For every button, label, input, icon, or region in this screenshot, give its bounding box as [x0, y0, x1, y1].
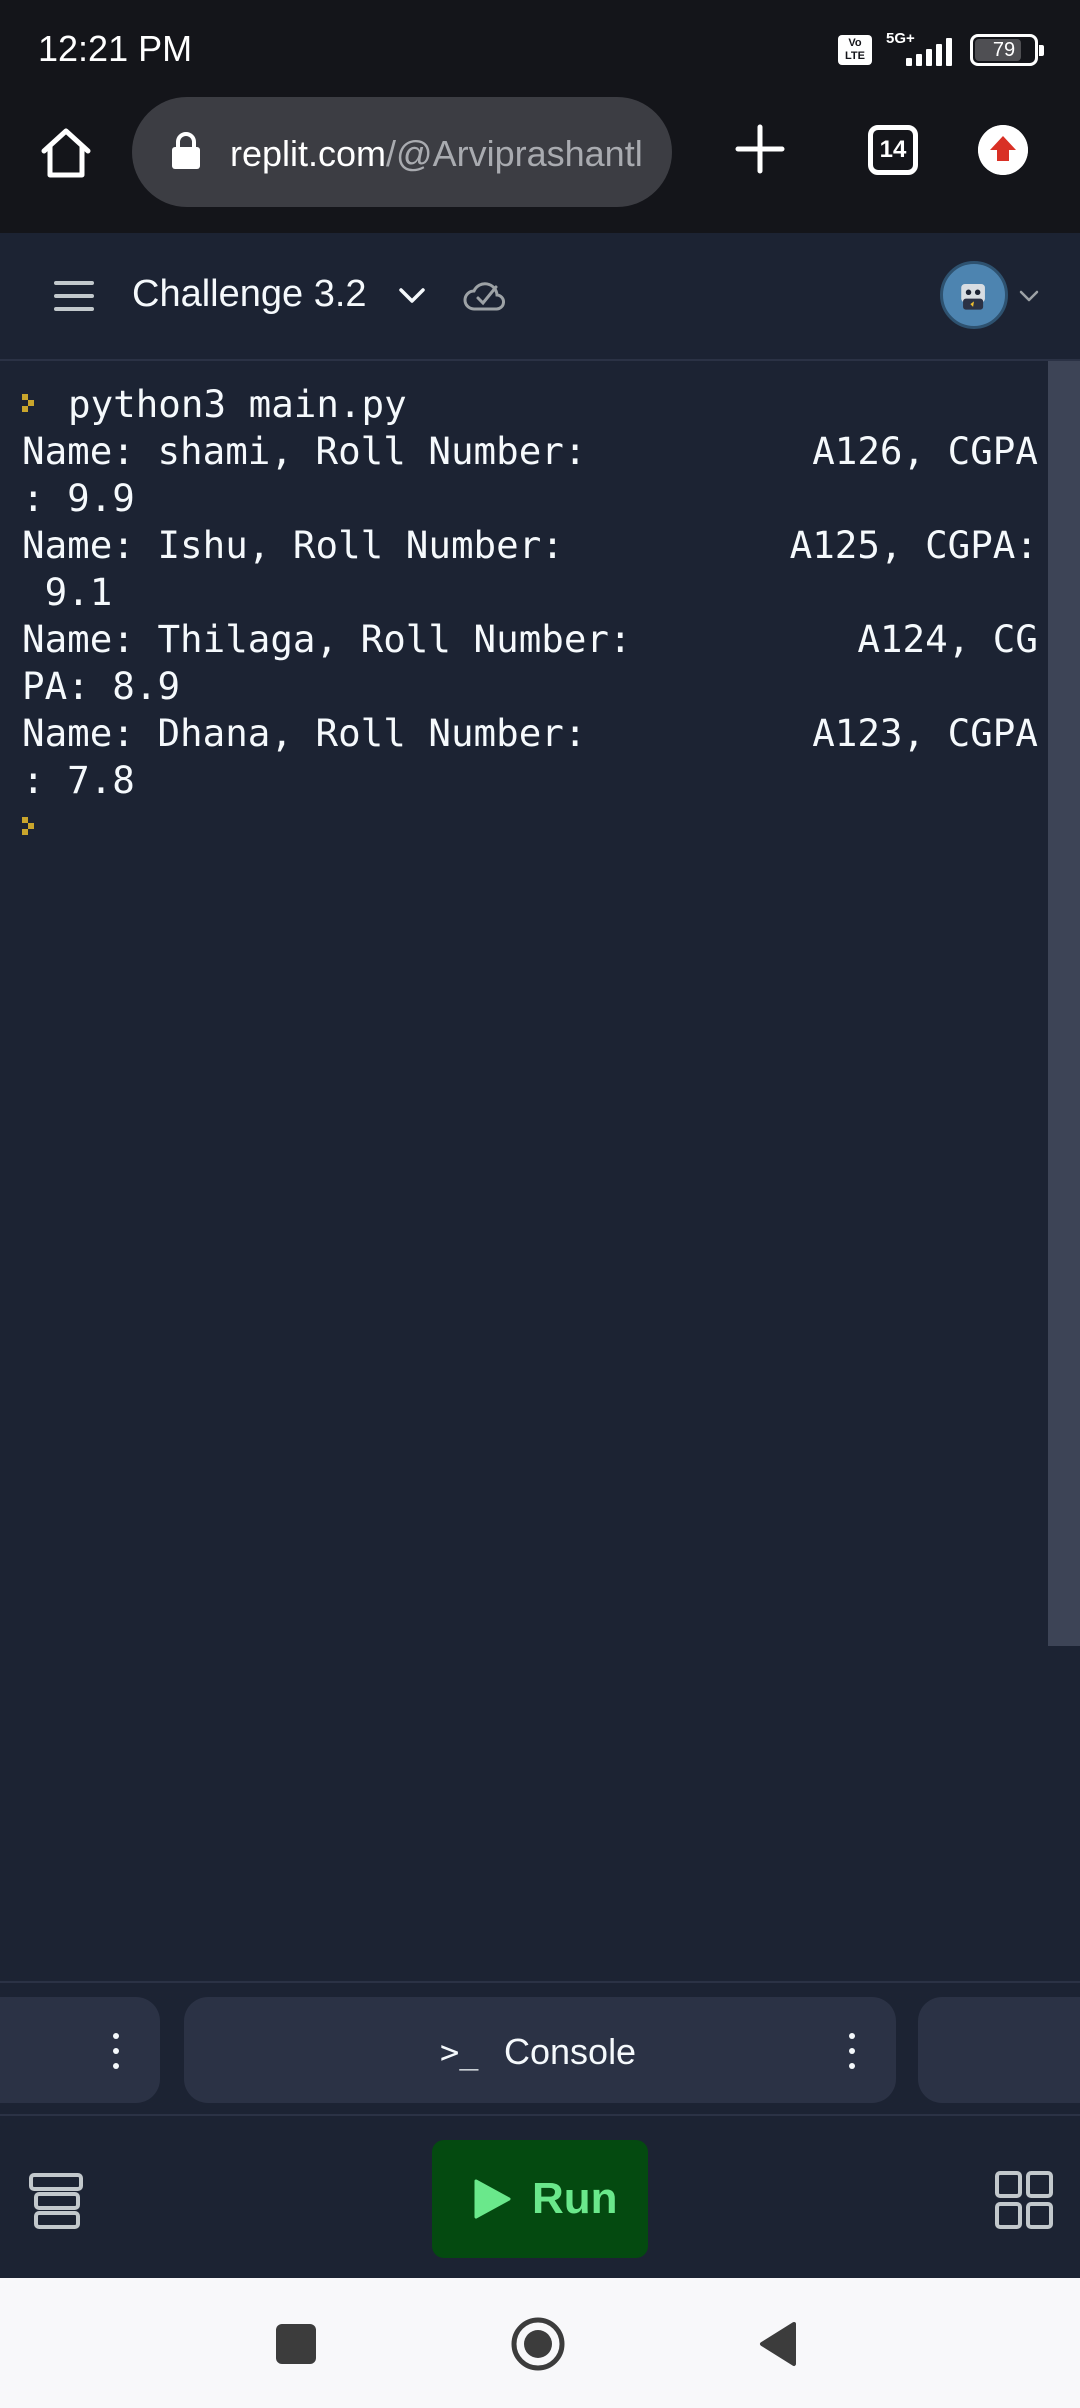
pane-tabs: >_ Console: [0, 1981, 1080, 2114]
avatar[interactable]: [940, 261, 1008, 329]
url-path: /@Arviprashantl: [386, 133, 643, 174]
battery-level: 79: [992, 39, 1016, 61]
tab-console[interactable]: >_ Console: [184, 1997, 896, 2103]
browser-toolbar: replit.com/@Arviprashantl 14: [0, 95, 1080, 233]
tab-left[interactable]: [0, 1997, 160, 2103]
url-text: replit.com/@Arviprashantl: [230, 133, 643, 175]
hamburger-icon[interactable]: [54, 279, 98, 313]
url-host: replit.com: [230, 133, 387, 174]
chevron-down-icon[interactable]: [396, 279, 428, 311]
console-line: : 9.9: [22, 476, 135, 520]
home-circle-icon[interactable]: [510, 2316, 566, 2372]
console-scrollbar[interactable]: [1048, 361, 1080, 1646]
volte-icon: Vo LTE: [838, 35, 872, 65]
console-line: 9.1: [22, 570, 113, 614]
tab-console-label: Console: [504, 2031, 637, 2072]
plus-icon[interactable]: [732, 121, 788, 177]
console-command: python3 main.py: [68, 382, 407, 426]
console-command-line: python3 main.py: [22, 381, 1048, 428]
battery-icon: 79: [970, 34, 1044, 66]
play-icon: [474, 2179, 511, 2219]
terminal-icon: >_: [440, 2033, 479, 2071]
console-line: Name: Thilaga, Roll Number: A124, CG: [22, 617, 1038, 661]
network-type: 5G+: [886, 30, 915, 47]
grid-icon[interactable]: [994, 2170, 1054, 2230]
console-line: Name: shami, Roll Number: A126, CGPA: [22, 429, 1038, 473]
back-icon[interactable]: [756, 2320, 798, 2368]
home-icon[interactable]: [38, 125, 94, 181]
url-bar[interactable]: replit.com/@Arviprashantl: [132, 97, 672, 207]
tab-right[interactable]: [918, 1997, 1080, 2103]
repl-title[interactable]: Challenge 3.2: [132, 273, 367, 316]
update-icon[interactable]: [978, 125, 1028, 175]
lock-icon: [172, 132, 200, 169]
prompt-icon: [22, 816, 34, 835]
files-icon[interactable]: [28, 2172, 84, 2230]
console-line: Name: Dhana, Roll Number: A123, CGPA: [22, 711, 1038, 755]
status-time: 12:21 PM: [38, 28, 193, 69]
signal-icon: 5G+: [886, 30, 956, 68]
kebab-icon[interactable]: [848, 2033, 856, 2069]
console-line: PA: 8.9: [22, 664, 181, 708]
run-label: Run: [532, 2174, 618, 2223]
chevron-down-icon[interactable]: [1018, 285, 1040, 307]
prompt-icon: [22, 393, 34, 412]
cloud-check-icon[interactable]: [462, 277, 506, 317]
robot-icon: [961, 284, 985, 310]
console-output[interactable]: python3 main.py Name: shami, Roll Number…: [0, 361, 1048, 1981]
console-line: : 7.8: [22, 758, 135, 802]
status-icons: Vo LTE 5G+ 79: [838, 30, 1044, 70]
tabs-icon[interactable]: 14: [868, 125, 918, 175]
console-line: Name: Ishu, Roll Number: A125, CGPA:: [22, 523, 1038, 567]
run-bar: Run: [0, 2114, 1080, 2278]
run-button[interactable]: Run: [432, 2140, 648, 2258]
kebab-icon[interactable]: [112, 2033, 120, 2069]
repl-header: Challenge 3.2: [0, 233, 1080, 361]
status-bar: 12:21 PM Vo LTE 5G+ 79: [0, 0, 1080, 95]
recents-icon[interactable]: [276, 2324, 316, 2364]
system-nav-bar: [0, 2278, 1080, 2408]
console-prompt-line: [22, 804, 1048, 851]
